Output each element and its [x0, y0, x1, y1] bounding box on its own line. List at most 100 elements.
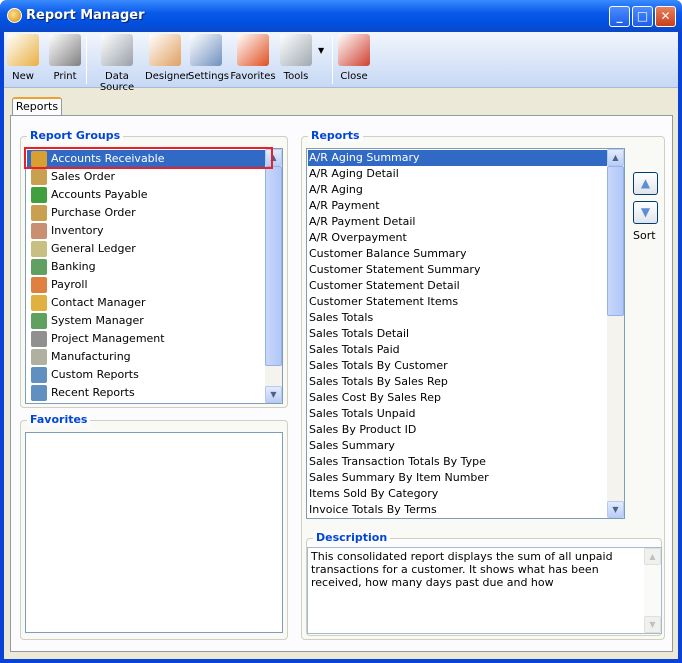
client-area: ▼ New Print Data Source Designer Settings Fav…: [4, 32, 678, 659]
sort-label: Sort: [633, 229, 656, 242]
report-group-item[interactable]: General Ledger: [27, 240, 265, 258]
report-group-icon: [31, 187, 47, 203]
toolbar-button-label: Designer: [145, 71, 190, 82]
report-item[interactable]: Sales Summary By Item Number: [308, 470, 607, 486]
toolbar-button-label: Data Source: [99, 71, 135, 93]
reports-list[interactable]: Invoice Totals By Terms Items Sold By Cat…: [306, 148, 625, 519]
toolbar-button-label: Favorites: [230, 71, 276, 82]
report-group-icon: [31, 331, 47, 347]
report-item[interactable]: A/R Overpayment: [308, 230, 607, 246]
report-groups-scrollbar[interactable]: ▲ ▼: [265, 149, 282, 403]
report-item[interactable]: Sales Totals Detail: [308, 326, 607, 342]
sort-up-button[interactable]: ▲: [633, 172, 658, 195]
report-group-item[interactable]: Contact Manager: [27, 294, 265, 312]
favorites-list[interactable]: [25, 432, 283, 633]
report-group-icon: [31, 367, 47, 383]
report-item[interactable]: A/R Payment Detail: [308, 214, 607, 230]
scroll-thumb[interactable]: [265, 166, 282, 366]
report-item[interactable]: A/R Aging Detail: [308, 166, 607, 182]
scroll-down-button[interactable]: ▼: [644, 616, 661, 633]
report-group-label: Accounts Payable: [51, 188, 148, 201]
report-item[interactable]: Customer Balance Summary: [308, 246, 607, 262]
reports-tab-panel: Report Groups Recent Reports Custom Repor…: [10, 115, 673, 652]
report-group-icon: [31, 223, 47, 239]
report-group-item[interactable]: Payroll: [27, 276, 265, 294]
report-group-item[interactable]: Purchase Order: [27, 204, 265, 222]
report-group-label: System Manager: [51, 314, 144, 327]
title-bar[interactable]: Report Manager _ □ ✕: [0, 0, 682, 32]
report-item[interactable]: A/R Aging: [308, 182, 607, 198]
tools-dropdown-arrow-icon[interactable]: ▼: [318, 46, 324, 55]
report-group-label: Sales Order: [51, 170, 116, 183]
scroll-down-button[interactable]: ▼: [607, 501, 624, 518]
toolbar-button-label: Close: [340, 71, 368, 82]
printer-icon: [49, 34, 81, 66]
scroll-down-button[interactable]: ▼: [265, 386, 282, 403]
report-group-item[interactable]: Project Management: [27, 330, 265, 348]
report-group-item[interactable]: Banking: [27, 258, 265, 276]
toolbar-tools-button[interactable]: Tools: [274, 34, 318, 82]
reports-scrollbar[interactable]: ▲ ▼: [607, 149, 624, 518]
report-item[interactable]: A/R Aging Summary: [308, 150, 607, 166]
favorites-heart-icon: [237, 34, 269, 66]
report-group-item[interactable]: System Manager: [27, 312, 265, 330]
report-manager-window: Report Manager _ □ ✕ ▼ New Print Data Sour…: [0, 0, 682, 663]
report-item[interactable]: Sales Transaction Totals By Type: [308, 454, 607, 470]
scroll-thumb[interactable]: [607, 166, 624, 316]
report-group-item[interactable]: Recent Reports: [27, 384, 265, 402]
toolbar-designer-button[interactable]: Designer: [145, 34, 190, 82]
close-window-button[interactable]: ✕: [655, 6, 676, 27]
report-item[interactable]: Sales Totals Paid: [308, 342, 607, 358]
toolbar-data-source-button[interactable]: Data Source: [89, 34, 145, 93]
toolbar-button-label: Settings: [188, 71, 230, 82]
report-item[interactable]: Sales Totals By Sales Rep: [308, 374, 607, 390]
report-group-label: Purchase Order: [51, 206, 136, 219]
scroll-up-button[interactable]: ▲: [644, 548, 661, 565]
report-groups-legend: Report Groups: [27, 129, 124, 142]
tools-icon: [280, 34, 312, 66]
report-item[interactable]: Sales Summary: [308, 438, 607, 454]
toolbar-close-button[interactable]: Close: [334, 34, 374, 82]
report-item[interactable]: Sales Totals Unpaid: [308, 406, 607, 422]
toolbar-settings-button[interactable]: Settings: [188, 34, 229, 82]
report-item[interactable]: Customer Statement Detail: [308, 278, 607, 294]
report-group-icon: [31, 169, 47, 185]
favorites-group: Favorites: [20, 413, 288, 640]
report-group-item[interactable]: Sales Order: [27, 168, 265, 186]
report-group-icon: [31, 385, 47, 401]
report-group-item[interactable]: Inventory: [27, 222, 265, 240]
report-item[interactable]: A/R Payment: [308, 198, 607, 214]
tab-reports[interactable]: Reports: [12, 97, 62, 116]
report-group-label: Contact Manager: [51, 296, 146, 309]
report-groups-list[interactable]: Recent Reports Custom Reports Manufacturin…: [25, 148, 283, 404]
toolbar-favorites-button[interactable]: Favorites: [229, 34, 277, 82]
toolbar-print-button[interactable]: Print: [46, 34, 84, 82]
report-group-icon: [31, 349, 47, 365]
sort-down-button[interactable]: ▼: [633, 201, 658, 224]
description-textarea[interactable]: This consolidated report displays the su…: [307, 547, 662, 634]
favorites-legend: Favorites: [27, 413, 91, 426]
minimize-button[interactable]: _: [609, 6, 630, 27]
app-icon: [7, 8, 22, 23]
report-item[interactable]: Customer Statement Summary: [308, 262, 607, 278]
description-text: This consolidated report displays the su…: [311, 550, 613, 589]
report-group-label: General Ledger: [51, 242, 136, 255]
maximize-button[interactable]: □: [632, 6, 653, 27]
report-group-icon: [31, 295, 47, 311]
report-group-label: Recent Reports: [51, 386, 135, 399]
report-item[interactable]: Sales By Product ID: [308, 422, 607, 438]
report-item[interactable]: Sales Totals: [308, 310, 607, 326]
report-group-item[interactable]: Accounts Payable: [27, 186, 265, 204]
report-group-icon: [31, 277, 47, 293]
report-item[interactable]: Sales Totals By Customer: [308, 358, 607, 374]
report-item[interactable]: Customer Statement Items: [308, 294, 607, 310]
report-item[interactable]: Invoice Totals By Terms: [308, 502, 607, 518]
reports-group: Reports Invoice Totals By Terms Items Sol…: [301, 129, 665, 640]
scroll-up-button[interactable]: ▲: [607, 149, 624, 166]
report-group-item[interactable]: Custom Reports: [27, 366, 265, 384]
report-item[interactable]: Items Sold By Category: [308, 486, 607, 502]
report-group-item[interactable]: Manufacturing: [27, 348, 265, 366]
report-item[interactable]: Sales Cost By Sales Rep: [308, 390, 607, 406]
toolbar-new-button[interactable]: New: [6, 34, 40, 82]
description-scrollbar[interactable]: ▲ ▼: [644, 548, 661, 633]
